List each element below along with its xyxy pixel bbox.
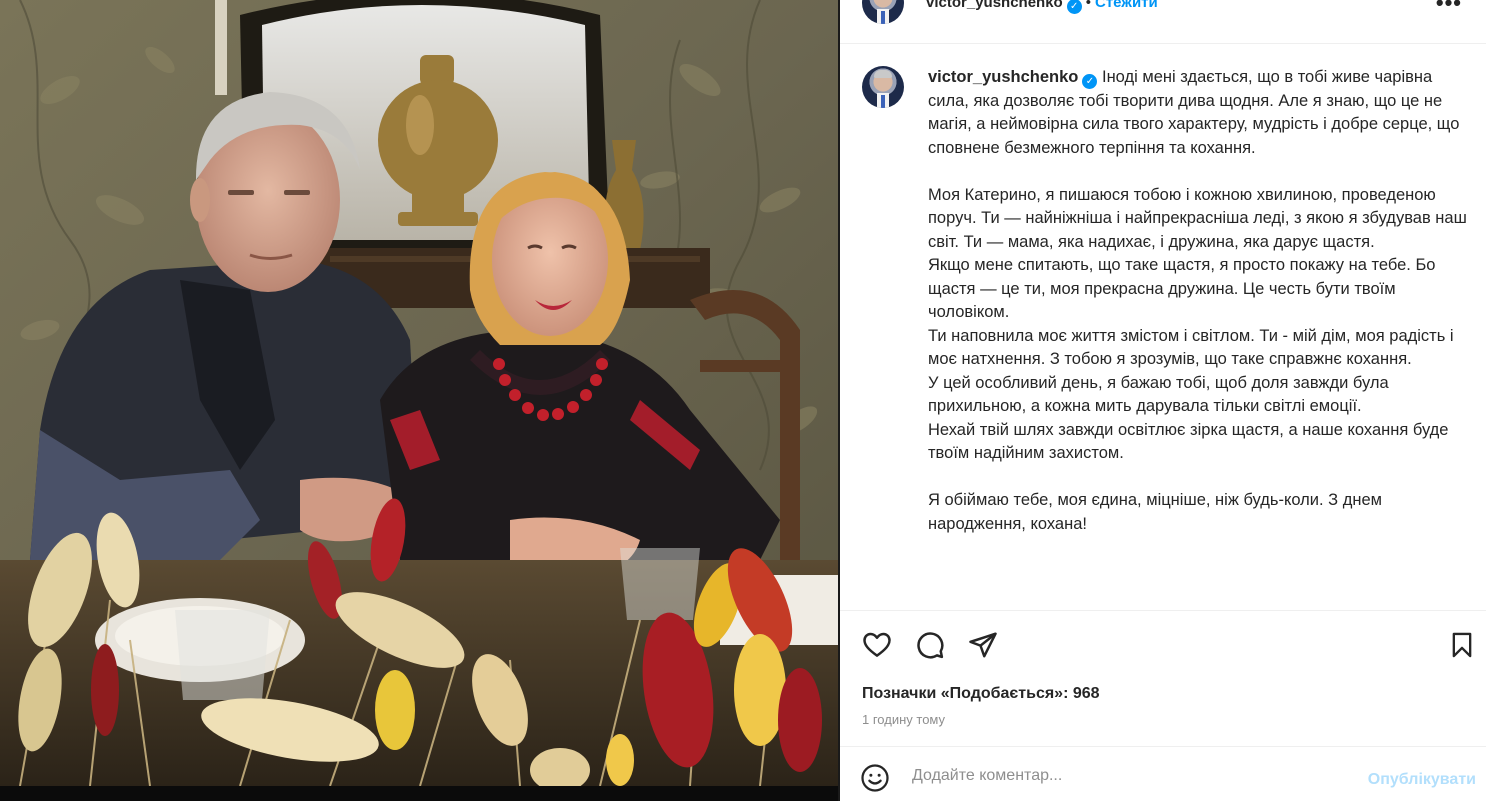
caption-text: victor_yushchenko ✓ Іноді мені здається, …	[928, 66, 1468, 536]
caption-paragraph: У цей особливий день, я бажаю тобі, щоб …	[928, 373, 1389, 416]
caption-gap	[928, 466, 1468, 490]
separator-dot: •	[1085, 0, 1091, 11]
bookmark-icon[interactable]	[1445, 628, 1479, 662]
caption-paragraph: Ти наповнила моє життя змістом і світлом…	[928, 326, 1454, 369]
comment-bar: Опублікувати	[840, 746, 1486, 801]
photo-bottom-bar	[0, 786, 838, 801]
comment-icon[interactable]	[913, 628, 947, 662]
likes-number: 968	[1072, 685, 1100, 702]
comment-input[interactable]	[912, 765, 1332, 787]
emoji-icon[interactable]	[860, 763, 890, 798]
verified-badge-icon: ✓	[1082, 74, 1098, 89]
caption-area[interactable]: victor_yushchenko ✓ Іноді мені здається, …	[840, 44, 1486, 610]
heart-icon[interactable]	[860, 628, 894, 662]
username-link[interactable]: victor_yushchenko	[926, 0, 1063, 11]
publish-button[interactable]: Опублікувати	[1368, 771, 1476, 789]
caption-paragraph: Якщо мене спитають, що таке щастя, я про…	[928, 256, 1436, 321]
caption-paragraph: Я обіймаю тебе, моя єдина, міцніше, ніж …	[928, 491, 1382, 533]
caption-gap	[928, 160, 1468, 184]
caption-username-link[interactable]: victor_yushchenko	[928, 68, 1078, 86]
caption-avatar[interactable]	[862, 66, 904, 108]
post-author: victor_yushchenko ✓ • Стежити	[926, 0, 1158, 14]
more-options-icon[interactable]: •••	[1436, 0, 1462, 16]
post-actions: Позначки «Подобається»: 968 1 годину том…	[840, 610, 1486, 746]
post-photo-illustration	[0, 0, 838, 786]
follow-button[interactable]: Стежити	[1095, 0, 1158, 11]
caption-paragraph: Моя Катерино, я пишаюся тобою і кожною х…	[928, 185, 1467, 251]
caption-paragraph: Нехай твій шлях завжди освітлює зірка ща…	[928, 420, 1449, 463]
verified-badge-icon: ✓	[1066, 0, 1082, 14]
caption-paragraph: victor_yushchenko ✓ Іноді мені здається, …	[928, 66, 1468, 160]
avatar[interactable]	[862, 0, 904, 24]
likes-label: Позначки «Подобається»:	[862, 685, 1069, 702]
send-icon[interactable]	[966, 628, 1000, 662]
post-timestamp[interactable]: 1 годину тому	[862, 712, 945, 727]
post-details-panel: victor_yushchenko ✓ • Стежити ••• victor_yu…	[840, 0, 1486, 801]
post-header: victor_yushchenko ✓ • Стежити •••	[840, 0, 1486, 44]
likes-count[interactable]: Позначки «Подобається»: 968	[862, 685, 1100, 703]
post-photo[interactable]	[0, 0, 838, 786]
